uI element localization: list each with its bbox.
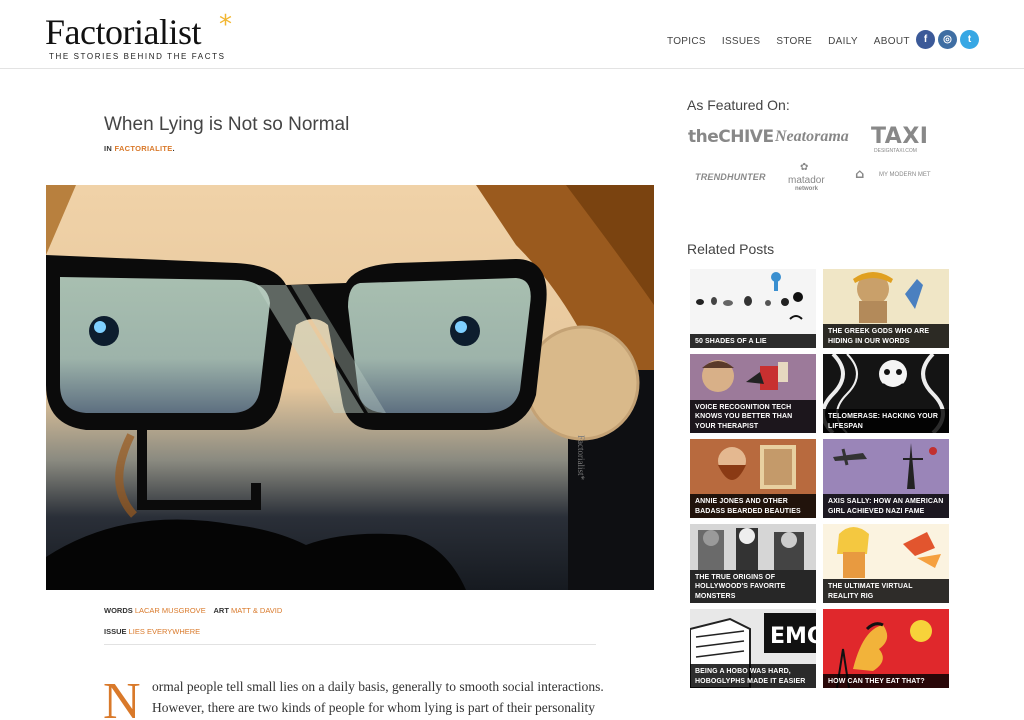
article-credits: WORDS LACAR MUSGROVE ART MATT & DAVID (104, 606, 288, 615)
nav-store[interactable]: STORE (776, 36, 812, 47)
related-post-title: BEING A HOBO WAS HARD, HOBOGLYPHS MADE I… (690, 664, 816, 688)
hero-watermark: Factorialist* (576, 435, 586, 480)
related-post-tile[interactable]: VOICE RECOGNITION TECH KNOWS YOU BETTER … (690, 354, 816, 433)
article-dropcap: N (103, 673, 141, 720)
related-post-tile[interactable]: 50 SHADES OF A LIE (690, 269, 816, 348)
nav-topics[interactable]: TOPICS (667, 36, 706, 47)
category-suffix: . (172, 144, 175, 153)
divider (104, 644, 596, 645)
logo-wordmark: Factorialist (45, 12, 201, 52)
nav-daily[interactable]: DAILY (828, 36, 858, 47)
logo-tagline: THE STORIES BEHIND THE FACTS (49, 52, 226, 61)
partner-trendhunter-logo[interactable]: TRENDHUNTER (695, 172, 766, 182)
partner-taxi-logo[interactable]: TAXI (871, 124, 928, 149)
related-post-tile[interactable]: THE TRUE ORIGINS OF HOLLYWOOD'S FAVORITE… (690, 524, 816, 603)
matador-icon: ✿ (800, 162, 809, 173)
related-post-tile[interactable]: THE GREEK GODS WHO ARE HIDING IN OUR WOR… (823, 269, 949, 348)
words-author-link[interactable]: LACAR MUSGROVE (135, 606, 206, 615)
article-issue: ISSUE LIES EVERYWHERE (104, 627, 200, 636)
logo-star-icon: * (219, 10, 232, 40)
related-post-title: 50 SHADES OF A LIE (690, 333, 816, 348)
related-post-tile[interactable]: TELOMERASE: HACKING YOUR LIFESPAN (823, 354, 949, 433)
related-heading: Related Posts (687, 241, 775, 257)
art-author-link[interactable]: MATT & DAVID (231, 606, 282, 615)
partner-neatorama-logo[interactable]: Neatorama (775, 128, 849, 146)
featured-heading: As Featured On: (687, 97, 790, 113)
partner-taxi-sub: DESIGNTAXI.COM (874, 148, 917, 154)
nav-about[interactable]: ABOUT (874, 36, 910, 47)
category-link[interactable]: FACTORIALITE (115, 144, 173, 153)
social-links: f ◎ t (916, 30, 979, 49)
twitter-icon[interactable]: t (960, 30, 979, 49)
related-post-title: THE TRUE ORIGINS OF HOLLYWOOD'S FAVORITE… (690, 569, 816, 603)
related-post-tile[interactable]: HOW CAN THEY EAT THAT? (823, 609, 949, 688)
hero-face-art: Factorialist* (46, 185, 654, 590)
site-logo[interactable]: Factorialist * THE STORIES BEHIND THE FA… (45, 10, 232, 61)
related-post-title: AXIS SALLY: HOW AN AMERICAN GIRL ACHIEVE… (823, 494, 949, 518)
related-post-title: TELOMERASE: HACKING YOUR LIFESPAN (823, 409, 949, 433)
mymodernmet-icon: ⌂ (855, 167, 865, 182)
related-post-title: THE GREEK GODS WHO ARE HIDING IN OUR WOR… (823, 324, 949, 348)
related-post-title: THE ULTIMATE VIRTUAL REALITY RIG (823, 579, 949, 603)
emo-sign-text: EMO (770, 624, 816, 649)
words-label: WORDS (104, 606, 133, 615)
category-prefix: IN (104, 144, 113, 153)
partner-matador-logo[interactable]: matador (788, 175, 825, 186)
nav-issues[interactable]: ISSUES (722, 36, 760, 47)
site-header: Factorialist * THE STORIES BEHIND THE FA… (0, 0, 1024, 69)
article-body: ormal people tell small lies on a daily … (152, 679, 604, 715)
partner-thechive-logo[interactable]: theCHIVE (688, 127, 774, 147)
related-post-title: VOICE RECOGNITION TECH KNOWS YOU BETTER … (690, 399, 816, 433)
article-title: When Lying is Not so Normal (104, 114, 350, 135)
related-post-tile[interactable]: THE ULTIMATE VIRTUAL REALITY RIG (823, 524, 949, 603)
related-post-tile[interactable]: ANNIE JONES AND OTHER BADASS BEARDED BEA… (690, 439, 816, 518)
related-post-tile[interactable]: AXIS SALLY: HOW AN AMERICAN GIRL ACHIEVE… (823, 439, 949, 518)
art-label: ART (213, 606, 229, 615)
hero-illustration: Factorialist* (46, 185, 654, 590)
facebook-icon[interactable]: f (916, 30, 935, 49)
issue-label: ISSUE (104, 627, 127, 636)
issue-link[interactable]: LIES EVERYWHERE (129, 627, 201, 636)
related-post-title: ANNIE JONES AND OTHER BADASS BEARDED BEA… (690, 494, 816, 518)
instagram-icon[interactable]: ◎ (938, 30, 957, 49)
related-post-title: HOW CAN THEY EAT THAT? (823, 673, 949, 688)
main-nav: TOPICS ISSUES STORE DAILY ABOUT (667, 36, 926, 47)
partner-mymodernmet-logo[interactable]: MY MODERN MET (879, 172, 931, 178)
related-post-tile[interactable]: EMO BEING A HOBO WAS HARD, HOBOGLYPHS MA… (690, 609, 816, 688)
article-category-line: IN FACTORIALITE. (104, 144, 175, 153)
partner-matador-sub: network (795, 186, 819, 192)
